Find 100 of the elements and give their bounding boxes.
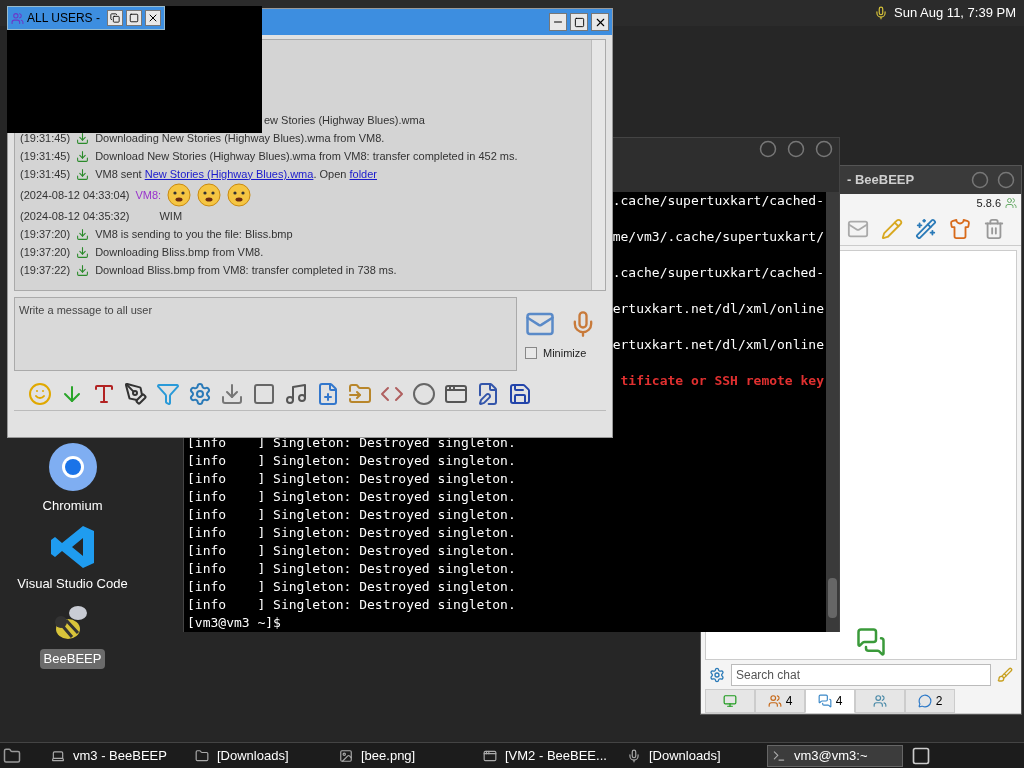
broom-icon[interactable] <box>997 667 1013 683</box>
window-title: ALL USERS - <box>27 10 101 27</box>
globe-icon[interactable] <box>47 442 98 492</box>
speech-bubbles-icon <box>817 694 832 708</box>
image-icon <box>339 748 353 763</box>
taskbar-item[interactable]: [Downloads] <box>191 744 327 767</box>
terminal-line: [info ] Singleton: Destroyed singleton. <box>187 488 517 506</box>
music-note-icon[interactable] <box>284 381 308 406</box>
speech-bubble-icon <box>917 694 932 708</box>
maximize-button[interactable] <box>126 10 142 26</box>
wand-icon[interactable] <box>915 217 937 240</box>
message-input[interactable]: Write a message to all user <box>14 297 517 371</box>
download-arrow-icon <box>76 149 90 163</box>
close-button[interactable] <box>591 13 609 31</box>
scrollbar[interactable] <box>591 40 605 290</box>
tab[interactable]: 4 <box>755 689 805 713</box>
laptop-icon <box>51 748 65 763</box>
maximize-button[interactable] <box>570 13 588 31</box>
search-field[interactable]: Search chat <box>731 664 991 686</box>
emoji-icon <box>197 183 222 207</box>
restore-button[interactable] <box>107 10 123 26</box>
people-icon <box>11 11 24 25</box>
taskbar-item[interactable]: vm3@vm3:~ <box>767 744 903 767</box>
minimize-button[interactable] <box>759 140 777 158</box>
emoji-icon <box>167 183 192 207</box>
terminal-line: [info ] Singleton: Destroyed singleton. <box>187 560 517 578</box>
tab[interactable] <box>855 689 905 713</box>
terminal-line: [info ] Singleton: Destroyed singleton. <box>187 578 517 596</box>
circle-icon[interactable] <box>412 381 436 406</box>
gear-icon[interactable] <box>188 381 212 406</box>
tab[interactable]: 2 <box>905 689 955 713</box>
version-label: 5.8.6 <box>976 195 1001 211</box>
save-icon[interactable] <box>508 381 532 406</box>
gear-icon[interactable] <box>709 667 725 683</box>
folder-arrow-icon[interactable] <box>348 381 372 406</box>
taskbar-item[interactable]: [bee.png] <box>335 744 471 767</box>
desktop-icon-label[interactable]: Visual Studio Code <box>13 573 132 593</box>
terminal-line: tificate or SSH remote key <box>620 372 825 390</box>
message-time: (19:37:22) <box>20 262 71 278</box>
message-text: VM8 sent New Stories (Highway Blues).wma. Open folder <box>95 166 377 182</box>
download-arrow-icon <box>76 131 90 145</box>
terminal-line: [info ] Singleton: Destroyed singleton. <box>187 524 517 542</box>
monitor-icon <box>723 694 737 708</box>
desktop-icon-label[interactable]: Chromium <box>38 496 107 516</box>
funnel-icon[interactable] <box>156 381 180 406</box>
taskbar-item[interactable]: [VM2 - BeeBEE... <box>479 744 615 767</box>
message-time: (19:31:45) <box>20 166 71 182</box>
applet-icon[interactable] <box>874 6 889 20</box>
taskbar-item[interactable]: vm3 - BeeBEEP <box>47 744 183 767</box>
minimize-button[interactable] <box>549 13 567 31</box>
download-arrow-icon <box>76 263 90 277</box>
download-arrow-icon <box>76 227 90 241</box>
edit-document-icon[interactable] <box>476 381 500 406</box>
message-time: (19:37:20) <box>20 244 71 260</box>
message-time: (19:31:45) <box>20 130 71 146</box>
group-icon <box>873 694 887 708</box>
terminal-line: [info ] Singleton: Destroyed singleton. <box>187 452 517 470</box>
tab[interactable]: 4 <box>805 689 855 713</box>
message-time: (19:37:20) <box>20 226 71 242</box>
microphone-icon <box>627 748 641 763</box>
minimize-button[interactable] <box>971 171 989 189</box>
message-text: Download Bliss.bmp from VM8: transfer completed in 738 ms. <box>95 262 397 278</box>
download-arrow-icon <box>76 167 90 181</box>
download-arrow-icon <box>76 245 90 259</box>
speech-bubbles-icon <box>856 627 886 657</box>
chevron-ribbon-icon[interactable] <box>49 523 96 570</box>
scrollbar[interactable] <box>826 192 839 632</box>
message-text: VM8 is sending to you the file: Bliss.bmp <box>95 226 293 242</box>
message-link[interactable]: folder <box>349 167 377 180</box>
tab[interactable] <box>705 689 755 713</box>
terminal-line: .cache/supertuxkart/cached- <box>612 192 825 210</box>
taskbar-item[interactable]: [Downloads] <box>623 744 759 767</box>
desktop-icon-label[interactable]: BeeBEEP <box>39 649 106 669</box>
message-time: (19:31:45) <box>20 148 71 164</box>
people-icon <box>767 694 782 708</box>
maximize-icon <box>573 16 585 28</box>
trash-icon[interactable] <box>983 217 1005 240</box>
terminal-line: [info ] Singleton: Destroyed singleton. <box>187 506 517 524</box>
clock[interactable]: Sun Aug 11, 7:39 PM <box>894 3 1016 23</box>
show-desktop-icon[interactable] <box>911 745 931 766</box>
maximize-icon <box>129 13 139 23</box>
terminal-line: [info ] Singleton: Destroyed singleton. <box>187 470 517 488</box>
minimize-checkbox[interactable] <box>525 347 537 360</box>
shell-prompt: [vm3@vm3 ~]$ <box>187 614 282 632</box>
sender-name: VM8: <box>135 187 162 203</box>
close-button[interactable] <box>145 10 161 26</box>
people-icon <box>1005 197 1017 209</box>
message-time: (2024-08-12 04:35:32) <box>20 208 130 224</box>
terminal-line: ertuxkart.net/dl/xml/online <box>612 336 825 354</box>
close-icon <box>147 12 159 24</box>
document-icon[interactable] <box>316 381 340 406</box>
terminal-line: ertuxkart.net/dl/xml/online <box>612 300 825 318</box>
emoji-icon <box>227 183 252 207</box>
shirt-icon[interactable] <box>949 217 971 240</box>
window-title: - BeeBEEP <box>847 171 916 190</box>
download-icon[interactable] <box>220 381 244 406</box>
pen-icon[interactable] <box>124 381 148 406</box>
pencil-icon[interactable] <box>881 217 903 240</box>
terminal-line: me/vm3/.cache/supertuxkart/ <box>612 228 825 246</box>
square-icon[interactable] <box>252 381 276 406</box>
